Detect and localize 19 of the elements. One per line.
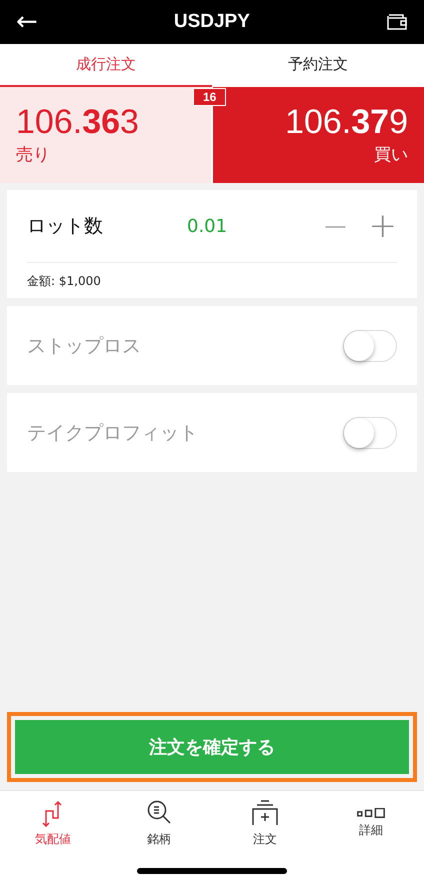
lot-label: ロット数 xyxy=(27,214,104,239)
add-order-icon xyxy=(252,799,278,827)
sell-price: 106.363 xyxy=(16,104,140,142)
toggle-switch[interactable] xyxy=(343,416,397,448)
window-title: USDJPY xyxy=(174,11,250,33)
buy-label: 買い xyxy=(374,144,408,166)
back-button[interactable]: ← xyxy=(16,9,38,35)
wallet-icon[interactable] xyxy=(386,12,408,32)
confirm-order-button[interactable]: 注文を確定する xyxy=(15,720,409,774)
plus-button[interactable]: + xyxy=(368,209,397,243)
spread-badge: 16 xyxy=(193,88,226,106)
option-label: ストップロス xyxy=(27,334,141,358)
squares-icon xyxy=(357,808,385,818)
option-label: テイクプロフィット xyxy=(27,420,198,446)
sell-label: 売り xyxy=(16,144,51,166)
toggle-switch[interactable] xyxy=(343,330,397,362)
amount-text: 金額: $1,000 xyxy=(27,273,102,290)
lot-value: 0.01 xyxy=(187,216,228,236)
buy-price: 106.379 xyxy=(285,104,408,142)
